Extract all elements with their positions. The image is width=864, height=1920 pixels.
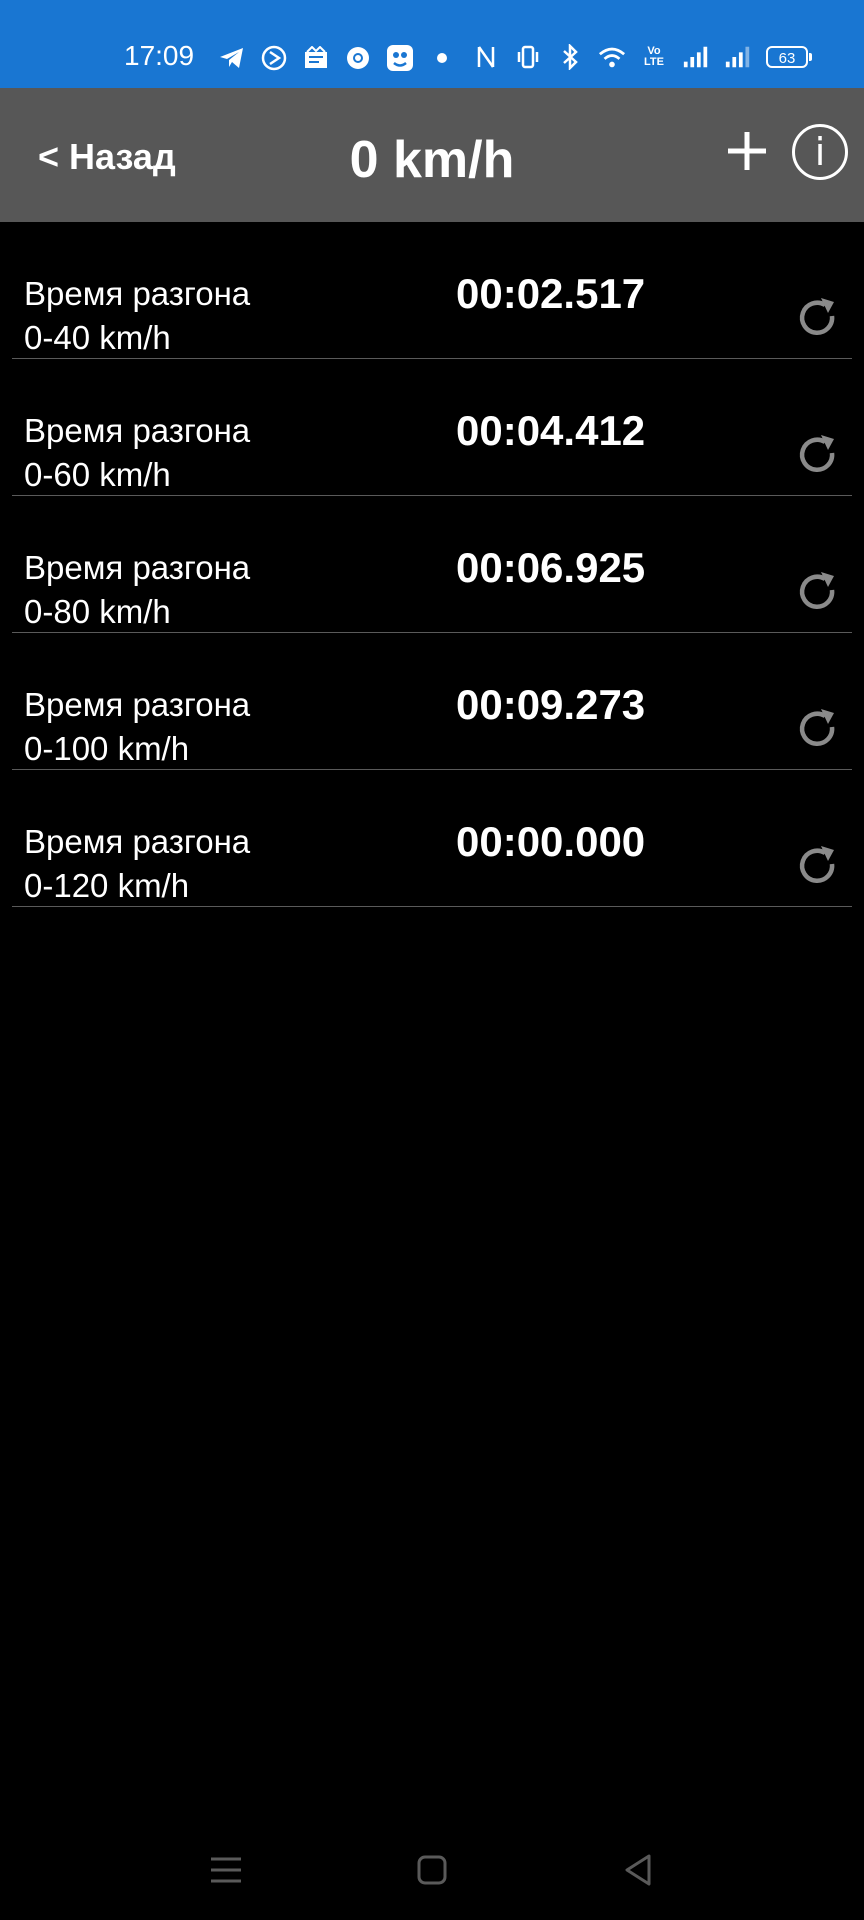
menu-icon[interactable] — [206, 1850, 246, 1890]
row-label: Время разгона 0-100 km/h — [24, 683, 250, 771]
row-time: 00:00.000 — [456, 818, 646, 865]
battery-icon: 63 — [766, 46, 812, 68]
status-system-icons: Vo LTE 63 — [472, 42, 812, 72]
reset-icon[interactable] — [794, 431, 842, 479]
news-icon — [302, 44, 330, 72]
signal-icon — [724, 43, 752, 71]
add-button[interactable] — [724, 128, 770, 174]
volte-icon: Vo LTE — [644, 45, 664, 68]
row-time: 00:02.517 — [456, 270, 646, 317]
row-label: Время разгона 0-80 km/h — [24, 546, 250, 634]
bluetooth-icon — [556, 43, 584, 71]
info-button[interactable]: i — [792, 124, 848, 180]
row-label-range: 0-80 km/h — [24, 593, 171, 630]
list-item: Время разгона 0-40 km/h 00:02.517 — [12, 222, 852, 359]
signal-icon — [682, 43, 710, 71]
list-item: Время разгона 0-100 km/h 00:09.273 — [12, 633, 852, 770]
dot-icon — [428, 44, 456, 72]
row-time: 00:09.273 — [456, 681, 646, 728]
row-label-title: Время разгона — [24, 823, 251, 860]
reset-icon[interactable] — [794, 568, 842, 616]
chrome-icon — [344, 44, 372, 72]
home-icon[interactable] — [412, 1850, 452, 1890]
wifi-icon — [598, 43, 626, 71]
navigation-icon — [260, 44, 288, 72]
row-label-range: 0-120 km/h — [24, 867, 190, 904]
list-item: Время разгона 0-120 km/h 00:00.000 — [12, 770, 852, 907]
app-header: < Назад 0 km/h i — [0, 88, 864, 222]
row-label-title: Время разгона — [24, 549, 251, 586]
row-label: Время разгона 0-40 km/h — [24, 272, 250, 360]
row-label-title: Время разгона — [24, 275, 251, 312]
row-label-range: 0-60 km/h — [24, 456, 171, 493]
list-item: Время разгона 0-60 km/h 00:04.412 — [12, 359, 852, 496]
row-label-range: 0-100 km/h — [24, 730, 190, 767]
row-time: 00:06.925 — [456, 544, 646, 591]
reset-icon[interactable] — [794, 294, 842, 342]
vibrate-icon — [514, 43, 542, 71]
status-bar: 17:09 Vo LTE 63 — [0, 0, 864, 88]
row-label-title: Время разгона — [24, 412, 251, 449]
back-icon[interactable] — [618, 1850, 658, 1890]
reset-icon[interactable] — [794, 842, 842, 890]
nfc-icon — [472, 43, 500, 71]
list-item: Время разгона 0-80 km/h 00:06.925 — [12, 496, 852, 633]
reset-icon[interactable] — [794, 705, 842, 753]
telegram-icon — [218, 44, 246, 72]
row-label-range: 0-40 km/h — [24, 319, 171, 356]
status-notification-icons — [218, 40, 456, 76]
plus-icon — [728, 132, 766, 170]
app-icon — [386, 44, 414, 72]
acceleration-list: Время разгона 0-40 km/h 00:02.517 Время … — [12, 222, 852, 907]
status-time: 17:09 — [124, 40, 195, 71]
row-label-title: Время разгона — [24, 686, 251, 723]
navigation-bar — [0, 1820, 864, 1920]
row-time: 00:04.412 — [456, 407, 646, 454]
row-label: Время разгона 0-120 km/h — [24, 820, 250, 908]
row-label: Время разгона 0-60 km/h — [24, 409, 250, 497]
